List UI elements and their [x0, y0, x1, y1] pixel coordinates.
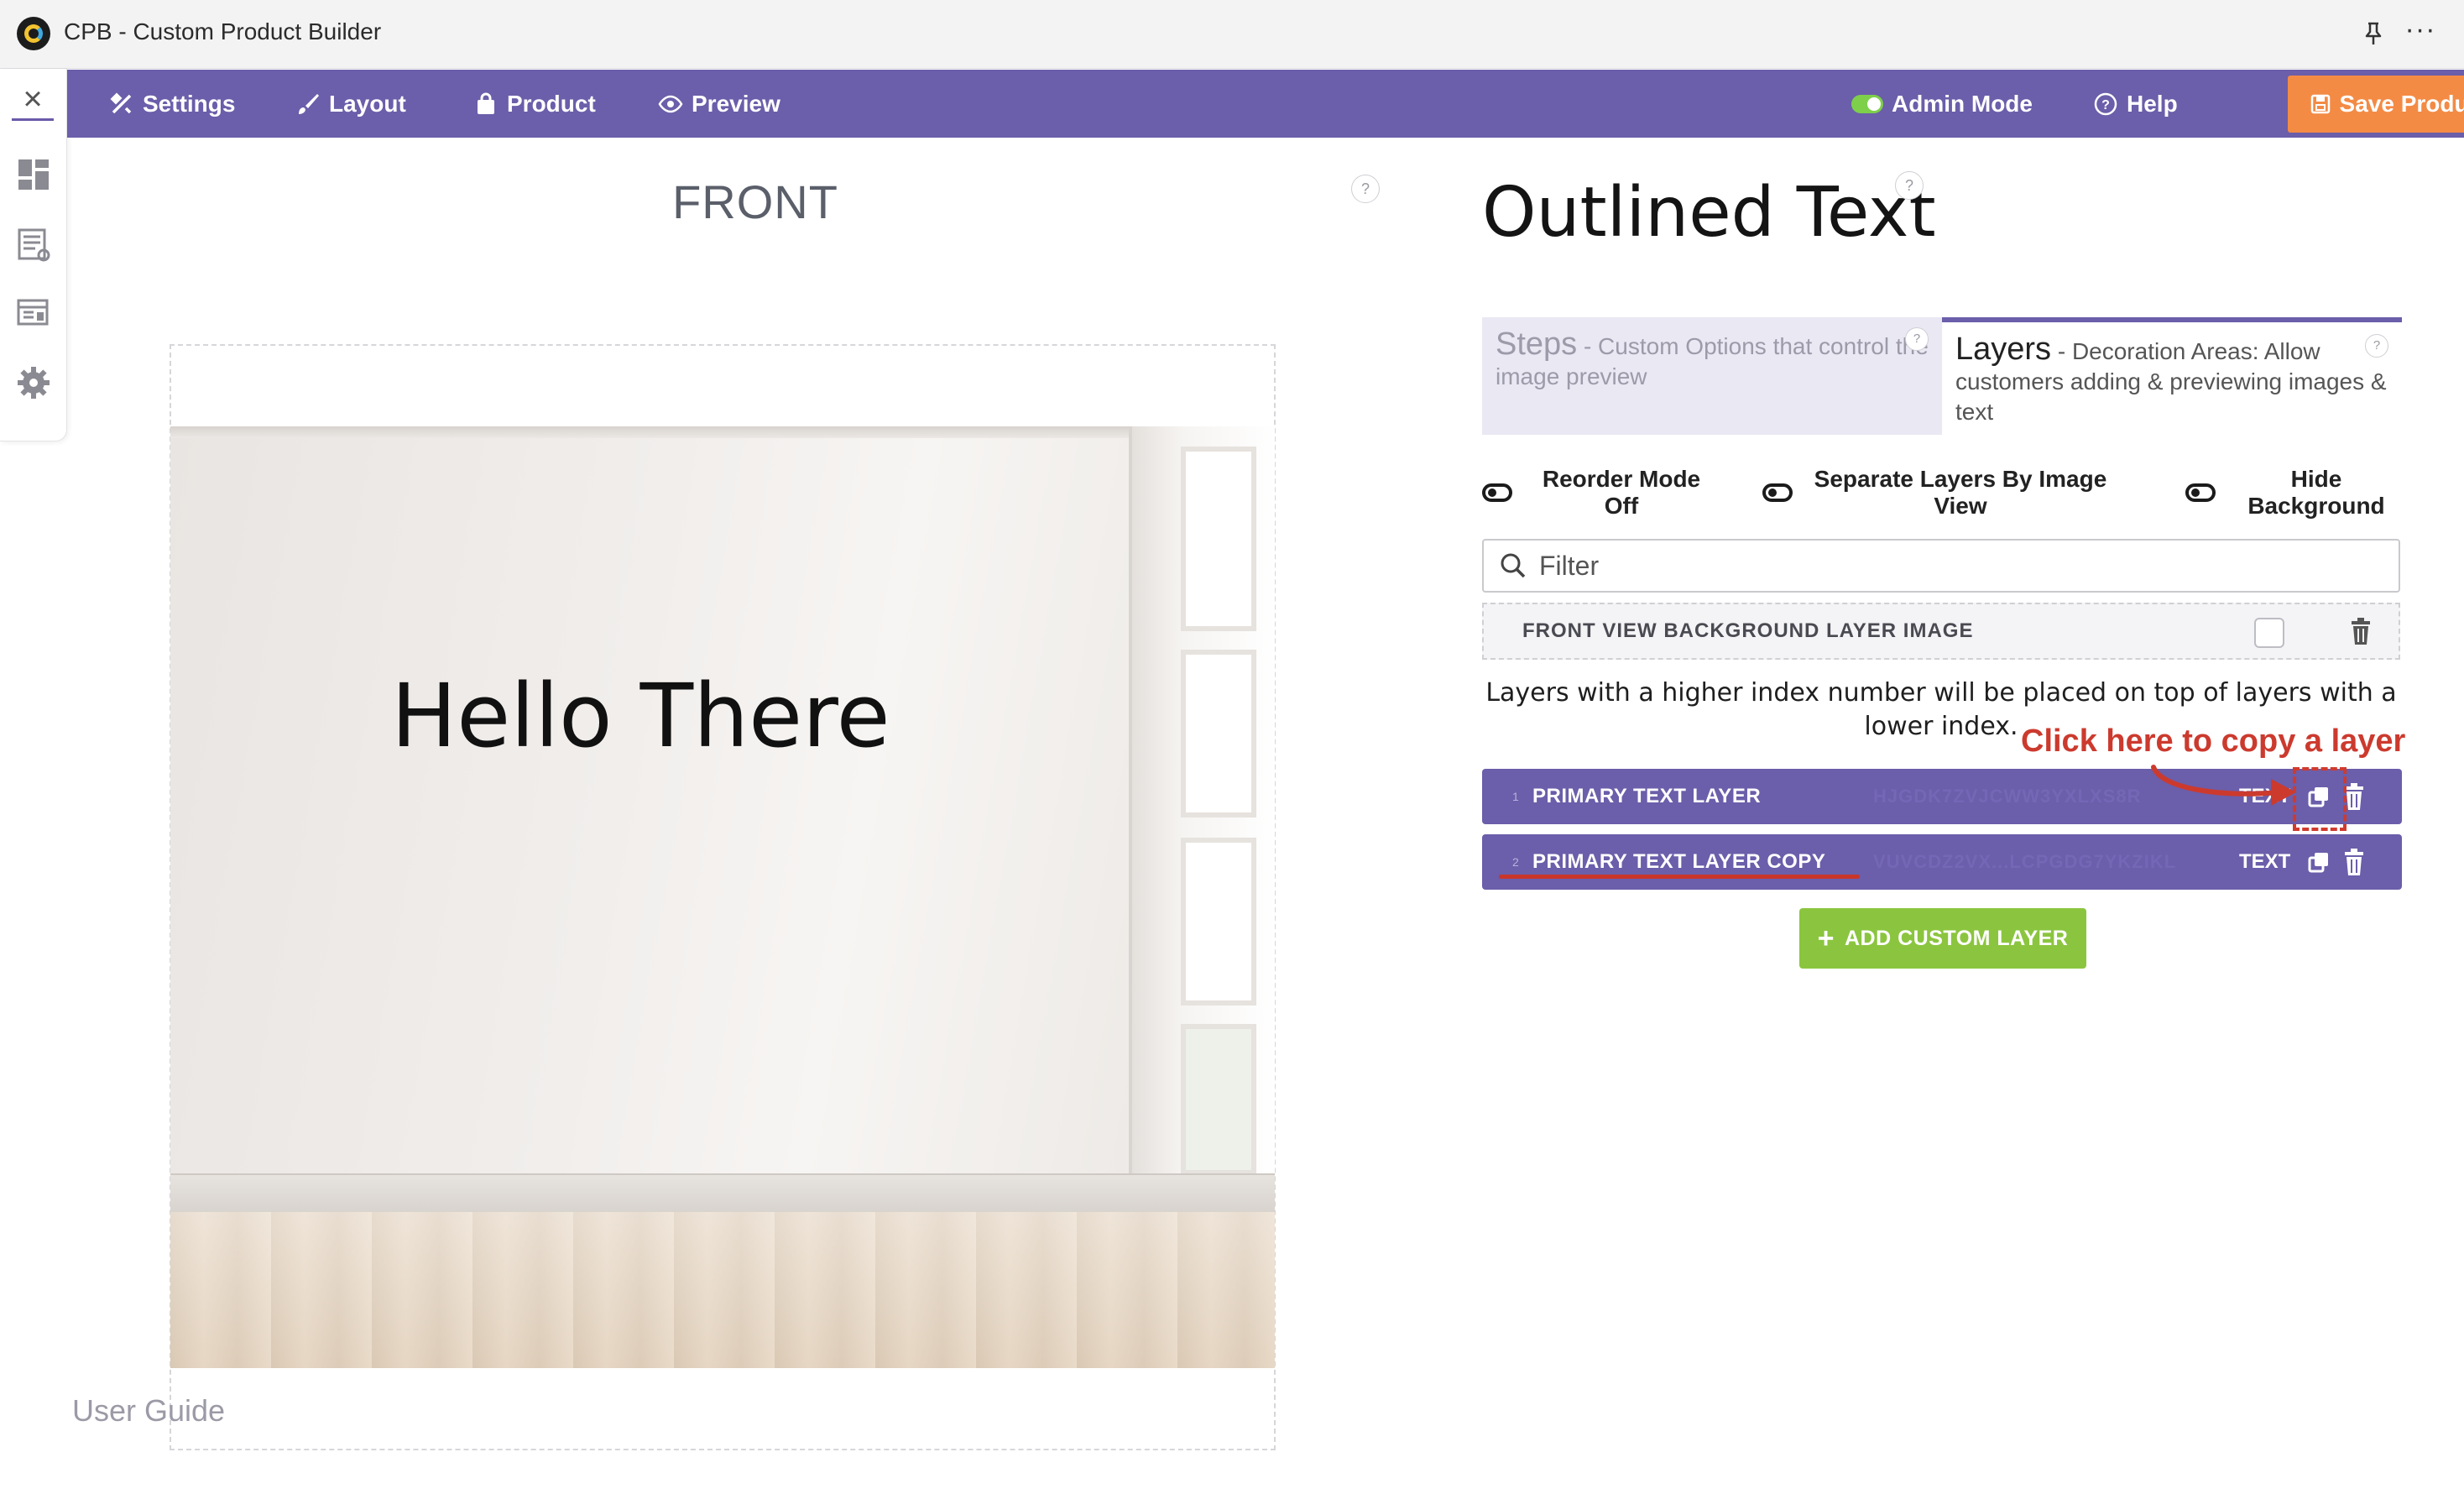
copy-icon[interactable]: [2306, 849, 2331, 875]
toggle-off-icon: [1762, 483, 1793, 502]
plus-icon: +: [1817, 922, 1835, 954]
annotation-highlight-box: [2293, 767, 2347, 831]
dashboard-icon[interactable]: [15, 156, 52, 193]
nav-product[interactable]: Product: [473, 70, 596, 138]
background-layer-checkbox[interactable]: [2254, 618, 2284, 648]
close-icon[interactable]: ×: [12, 81, 54, 121]
layer-code: HJGDK7ZVJCWW3YXLXS8R: [1873, 786, 2142, 807]
window-titlebar: CPB - Custom Product Builder ···: [0, 0, 2464, 69]
canvas-help-icon[interactable]: ?: [1351, 175, 1380, 203]
tab-layers[interactable]: Layers - Decoration Areas: Allow custome…: [1942, 317, 2402, 435]
save-product-label: Save Product: [2339, 91, 2464, 117]
background-layer-label: FRONT VIEW BACKGROUND LAYER IMAGE: [1522, 619, 1974, 642]
bag-icon: [478, 92, 494, 114]
filter-input[interactable]: [1539, 550, 2294, 582]
nav-help[interactable]: ? Help: [2093, 70, 2178, 138]
user-guide-link[interactable]: User Guide: [72, 1393, 225, 1429]
toggle-off-icon: [2185, 483, 2216, 502]
nav-preview-label: Preview: [692, 90, 780, 117]
tab-steps-title: Steps: [1496, 326, 1578, 362]
toggle-on-icon: [1851, 94, 1883, 113]
app-logo-icon: [17, 17, 50, 50]
annotation-arrow-icon: [2151, 765, 2296, 806]
hide-background-toggle[interactable]: Hide Background: [2185, 463, 2404, 522]
admin-mode-toggle[interactable]: Admin Mode: [1851, 70, 2033, 138]
background-image: [170, 426, 1275, 1368]
layer-index: 1: [1512, 790, 1519, 803]
view-title: FRONT: [672, 175, 838, 228]
nav-layout-label: Layout: [329, 90, 406, 117]
more-options-icon[interactable]: ···: [2402, 15, 2439, 52]
layers-help-icon[interactable]: ?: [2365, 334, 2388, 358]
separate-layers-label: Separate Layers By Image View: [1814, 466, 2107, 519]
nav-help-label: Help: [2127, 90, 2178, 117]
left-rail: ×: [0, 69, 67, 441]
layer-code: VUVCDZ2VX...LCPGDG7YKZIKL: [1873, 851, 2177, 872]
tab-layers-title: Layers: [1955, 332, 2052, 367]
layer-type: TEXT: [2239, 850, 2291, 873]
product-title: Outlined Text: [1482, 173, 1936, 253]
search-icon: [1501, 553, 1526, 578]
layer-index: 2: [1512, 855, 1519, 869]
nav-product-label: Product: [507, 90, 596, 117]
add-custom-layer-label: ADD CUSTOM LAYER: [1844, 926, 2069, 950]
trash-icon[interactable]: [2348, 618, 2373, 646]
steps-help-icon[interactable]: ?: [1905, 327, 1929, 351]
background-layer-row[interactable]: FRONT VIEW BACKGROUND LAYER IMAGE: [1482, 603, 2400, 660]
reorder-mode-toggle[interactable]: Reorder Mode Off: [1482, 463, 1734, 522]
svg-text:?: ?: [2101, 98, 2110, 112]
nav-preview[interactable]: Preview: [658, 70, 780, 138]
reorder-mode-label: Reorder Mode Off: [1542, 466, 1701, 519]
list-view-icon[interactable]: [15, 227, 52, 264]
question-circle-icon: ?: [2094, 92, 2117, 115]
add-custom-layer-button[interactable]: + ADD CUSTOM LAYER: [1799, 908, 2086, 969]
admin-mode-label: Admin Mode: [1892, 90, 2033, 117]
eye-icon: [658, 95, 683, 112]
nav-settings[interactable]: Settings: [109, 70, 235, 138]
window-frame-image: [1129, 426, 1275, 1182]
separate-layers-toggle[interactable]: Separate Layers By Image View: [1762, 463, 2115, 522]
layer-name: PRIMARY TEXT LAYER COPY: [1532, 850, 1826, 873]
window-title: CPB - Custom Product Builder: [64, 18, 382, 44]
annotation-callout: Click here to copy a layer: [2021, 723, 2406, 759]
layer-row-2[interactable]: 2 PRIMARY TEXT LAYER COPY VUVCDZ2VX...LC…: [1482, 834, 2402, 890]
template-icon[interactable]: [15, 295, 52, 332]
trash-icon[interactable]: [2343, 849, 2365, 875]
nav-layout[interactable]: Layout: [295, 70, 406, 138]
toggle-off-icon: [1482, 483, 1512, 502]
gear-icon[interactable]: [15, 364, 52, 401]
hide-background-label: Hide Background: [2247, 466, 2385, 519]
tab-steps[interactable]: Steps - Custom Options that control the …: [1482, 317, 1942, 435]
save-product-button[interactable]: Save Product: [2288, 76, 2464, 133]
annotation-underline: [1499, 875, 1860, 879]
pin-icon[interactable]: [2357, 17, 2390, 50]
nav-settings-label: Settings: [143, 90, 236, 117]
top-nav: Settings Layout Product Preview Admin Mo…: [67, 70, 2464, 138]
layer-name: PRIMARY TEXT LAYER: [1532, 785, 1762, 807]
title-help-icon[interactable]: ?: [1895, 171, 1924, 200]
floppy-disk-icon: [2310, 94, 2330, 114]
tools-icon: [110, 92, 132, 113]
filter-field[interactable]: [1482, 539, 2400, 593]
canvas-text-layer[interactable]: Hello There: [391, 665, 890, 767]
panel-tabs: Steps - Custom Options that control the …: [1482, 317, 2402, 435]
brush-icon: [299, 93, 319, 114]
